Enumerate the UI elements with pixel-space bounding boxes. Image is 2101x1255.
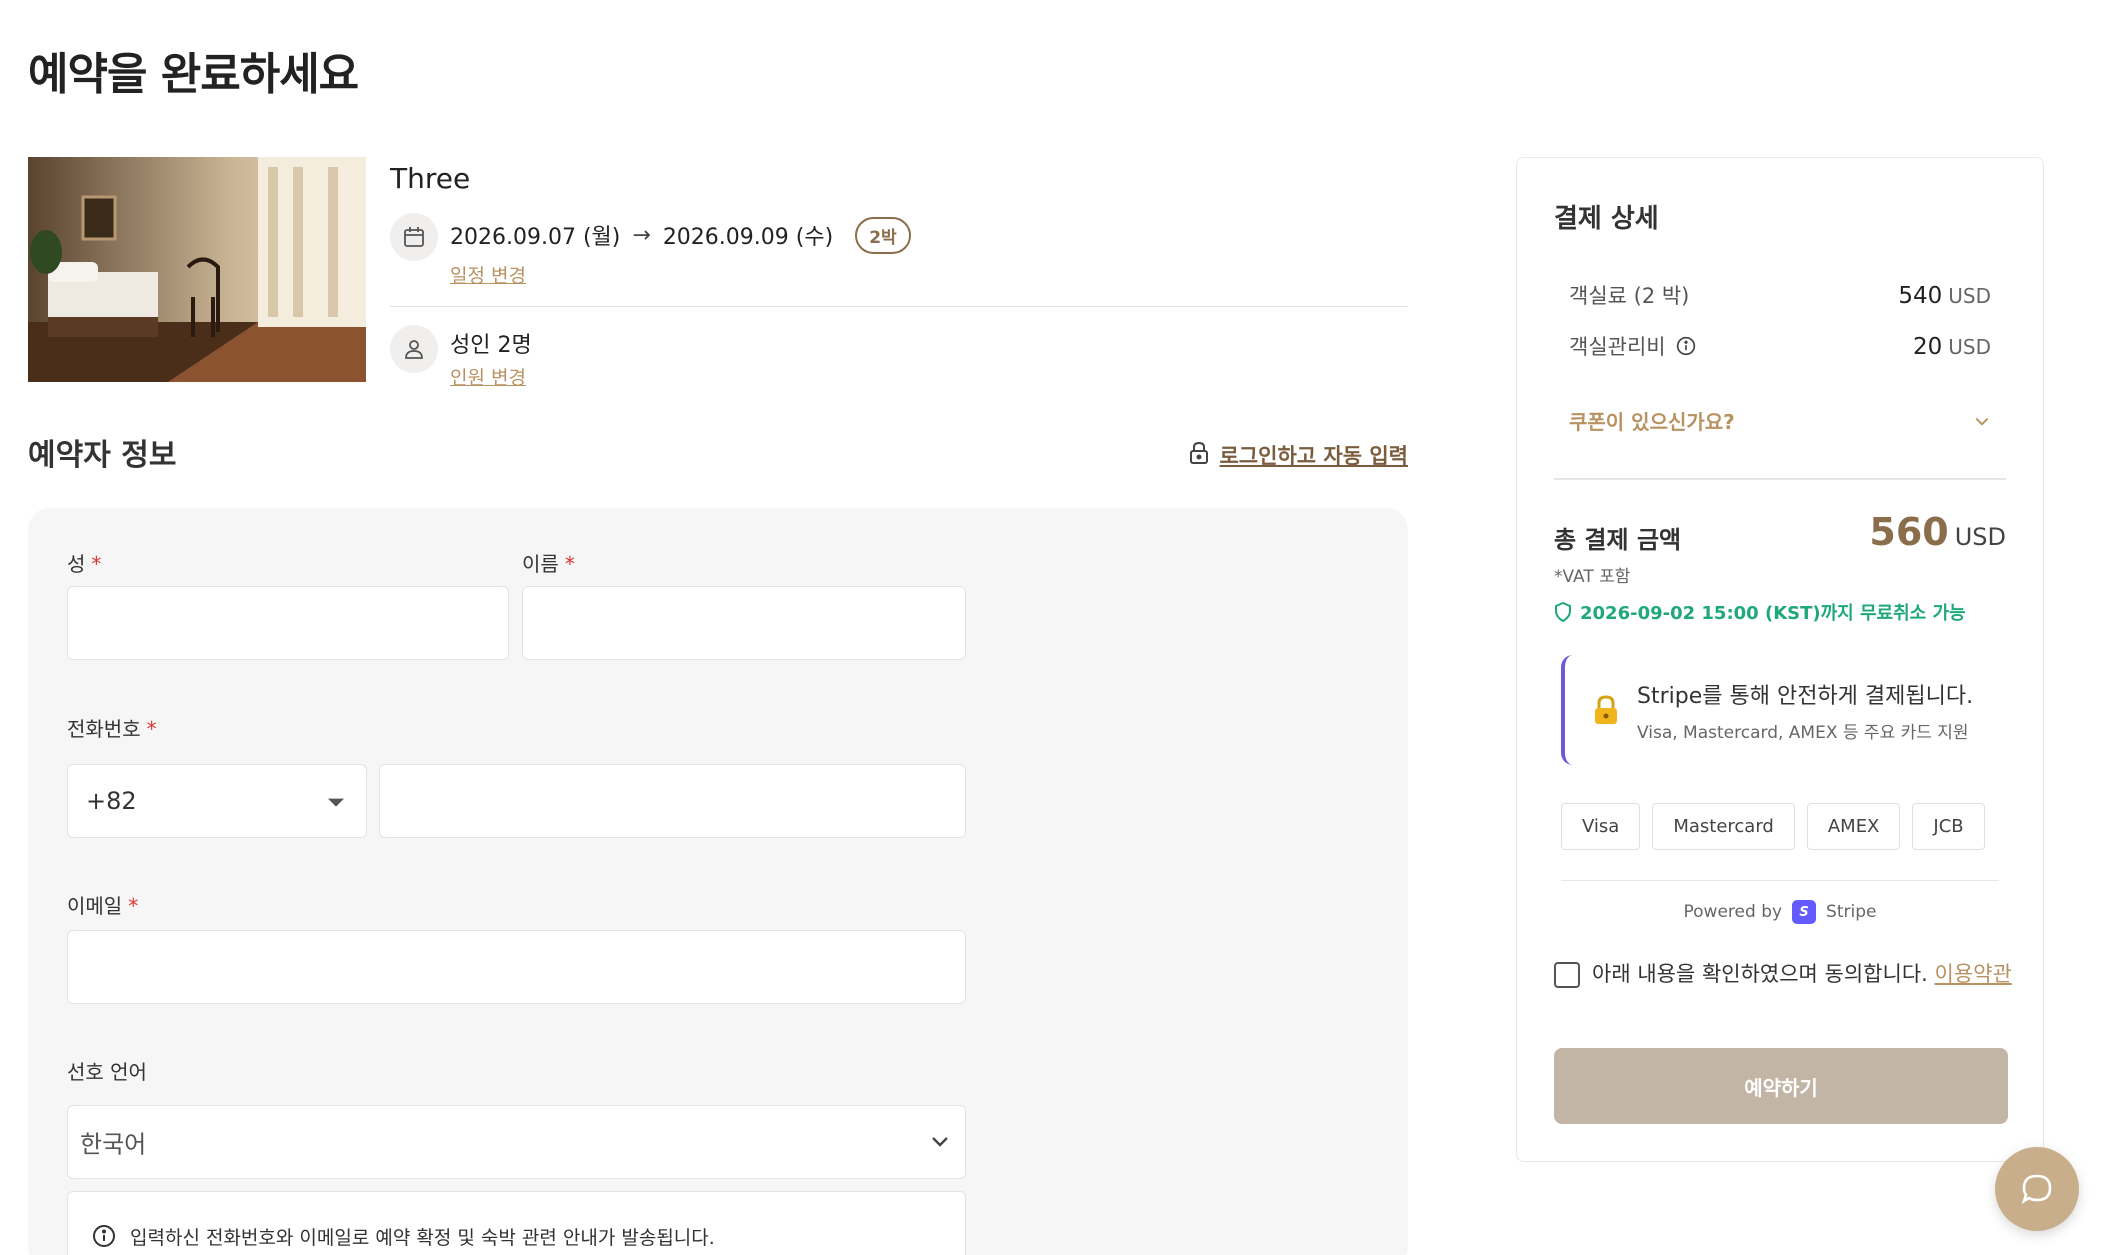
checkin-date: 2026.09.07 (월) [450, 225, 621, 250]
brand-visa: Visa [1561, 803, 1641, 850]
mgmt-fee-row: 객실관리비 20 USD [1569, 331, 1991, 361]
calendar-icon [390, 213, 438, 261]
notice-text: 입력하신 전화번호와 이메일로 예약 확정 및 숙박 관련 안내가 발송됩니다. [130, 1226, 715, 1249]
caret-down-icon [328, 798, 344, 807]
agree-text: 아래 내용을 확인하였으며 동의합니다. [1592, 962, 1928, 986]
phone-field[interactable] [379, 764, 966, 838]
terms-agreement: 아래 내용을 확인하였으며 동의합니다. 이용약관 [1554, 958, 2014, 990]
notice-box: 입력하신 전화번호와 이메일로 예약 확정 및 숙박 관련 안내가 발송됩니다. [67, 1191, 966, 1255]
email-field[interactable] [67, 930, 966, 1004]
currency-label: USD [1948, 335, 1991, 359]
terms-link[interactable]: 이용약관 [1935, 962, 2012, 986]
currency-label: USD [1948, 284, 1991, 308]
payment-title: 결제 상세 [1554, 204, 1659, 234]
coupon-label: 쿠폰이 있으신가요? [1569, 410, 1735, 434]
brands-divider [1561, 880, 1999, 881]
email-label-text: 이메일 [67, 894, 123, 918]
total-amount: 560 USD [1869, 510, 2006, 554]
language-select[interactable]: 한국어 [67, 1105, 966, 1179]
guest-count: 성인 2명 [450, 333, 532, 358]
chevron-down-icon [929, 1130, 951, 1156]
chat-bubble-icon [2019, 1171, 2055, 1207]
lock-icon [1189, 441, 1209, 470]
reserve-button[interactable]: 예약하기 [1554, 1048, 2008, 1124]
phone-label: 전화번호 * [67, 713, 157, 742]
free-cancel-text: 2026-09-02 15:00 (KST)까지 무료취소 가능 [1580, 603, 1966, 624]
booker-section-title: 예약자 정보 [28, 438, 177, 473]
first-name-input[interactable] [523, 587, 965, 659]
country-code-select[interactable]: +82 [67, 764, 367, 838]
person-icon [390, 325, 438, 373]
mgmt-fee-label: 객실관리비 [1569, 335, 1666, 359]
brand-amex: AMEX [1806, 803, 1901, 850]
required-mark: * [91, 552, 102, 576]
booker-form-panel: 성 * 이름 * 전화번호 * +82 이메일 * 선호 언어 한국어 입력하신 전화번… [28, 508, 1408, 1255]
free-cancel-note: 2026-09-02 15:00 (KST)까지 무료취소 가능 [1554, 599, 1966, 625]
email-label: 이메일 * [67, 890, 138, 919]
first-name-label: 이름 * [522, 548, 575, 577]
login-autofill-label: 로그인하고 자동 입력 [1219, 444, 1408, 468]
chat-button[interactable] [1995, 1147, 2079, 1231]
change-guests-link[interactable]: 인원 변경 [450, 367, 526, 389]
info-icon [92, 1224, 116, 1248]
brand-jcb: JCB [1912, 803, 1985, 850]
dates-row: 2026.09.07 (월) → 2026.09.09 (수) 2박 일정 변경 [390, 213, 911, 288]
powered-by-label: Powered by [1683, 902, 1783, 922]
date-arrow: → [632, 222, 651, 248]
payment-divider [1554, 478, 2006, 480]
phone-label-text: 전화번호 [67, 717, 141, 741]
vat-note: *VAT 포함 [1554, 567, 1631, 587]
mgmt-fee-value: 20 [1912, 334, 1943, 360]
room-fee-row: 객실료 (2 박) 540 USD [1569, 280, 1991, 310]
room-name: Three [390, 162, 471, 195]
language-label: 선호 언어 [67, 1056, 147, 1085]
nights-badge: 2박 [855, 216, 911, 254]
terms-checkbox[interactable] [1554, 962, 1580, 988]
first-name-label-text: 이름 [522, 552, 559, 576]
last-name-input[interactable] [68, 587, 508, 659]
stripe-logo-icon: S [1792, 900, 1817, 924]
checkout-date: 2026.09.09 (수) [662, 225, 834, 250]
room-fee-value: 540 [1898, 283, 1943, 309]
card-brands: Visa Mastercard AMEX JCB [1561, 803, 1985, 850]
country-code-value: +82 [86, 787, 137, 815]
language-label-text: 선호 언어 [67, 1060, 147, 1084]
payment-card: 결제 상세 객실료 (2 박) 540 USD 객실관리비 20 USD 쿠폰이 있… [1516, 157, 2044, 1162]
last-name-field[interactable] [67, 586, 509, 660]
total-value: 560 [1869, 510, 1949, 554]
change-dates-link[interactable]: 일정 변경 [450, 265, 526, 287]
language-value: 한국어 [80, 1130, 147, 1159]
stripe-sub-text: Visa, Mastercard, AMEX 등 주요 카드 지원 [1637, 722, 1969, 743]
currency-label: USD [1954, 523, 2006, 551]
powered-by-stripe: Powered by S Stripe [1517, 900, 2043, 924]
room-divider [390, 306, 1408, 307]
phone-input[interactable] [380, 765, 965, 837]
coupon-toggle[interactable]: 쿠폰이 있으신가요? [1569, 406, 1991, 435]
page-title: 예약을 완료하세요 [28, 49, 359, 100]
email-input[interactable] [68, 931, 965, 1003]
room-photo-illustration [28, 157, 366, 382]
total-label: 총 결제 금액 [1554, 526, 1682, 554]
last-name-label-text: 성 [67, 552, 86, 576]
last-name-label: 성 * [67, 548, 101, 577]
room-fee-label: 객실료 (2 박) [1569, 284, 1690, 308]
required-mark: * [564, 552, 575, 576]
brand-mastercard: Mastercard [1652, 803, 1795, 850]
info-icon[interactable] [1676, 336, 1696, 356]
stripe-secure-box: Stripe를 통해 안전하게 결제됩니다. Visa, Mastercard,… [1561, 655, 2001, 765]
room-photo [28, 157, 366, 382]
chevron-down-icon [1973, 412, 1991, 430]
required-mark: * [128, 894, 139, 918]
padlock-emoji-icon [1593, 695, 1619, 725]
first-name-field[interactable] [522, 586, 966, 660]
shield-icon [1554, 602, 1572, 622]
stripe-main-text: Stripe를 통해 안전하게 결제됩니다. [1637, 683, 1974, 709]
required-mark: * [146, 717, 157, 741]
stripe-name: Stripe [1826, 902, 1877, 922]
guests-row: 성인 2명 인원 변경 [390, 325, 532, 390]
login-autofill-link[interactable]: 로그인하고 자동 입력 [1189, 440, 1408, 470]
